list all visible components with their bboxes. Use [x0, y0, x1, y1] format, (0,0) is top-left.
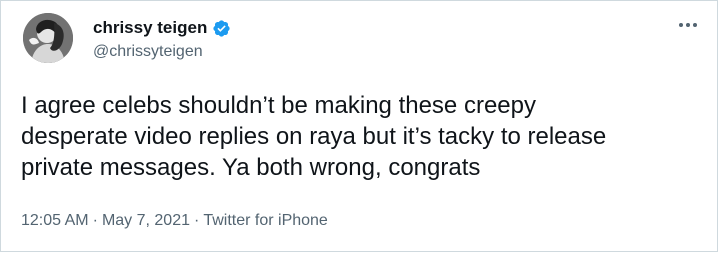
tweet-text: I agree celebs shouldn’t be making these…	[21, 92, 607, 181]
meta-separator: ·	[92, 212, 98, 229]
tweet-card: chrissy teigen @chrissyteigen I agree ce…	[0, 0, 718, 252]
more-options-icon[interactable]	[677, 18, 699, 32]
author-name-row[interactable]: chrissy teigen	[93, 18, 231, 38]
tweet-meta: 12:05 AM · May 7, 2021 · Twitter for iPhone	[21, 211, 328, 231]
display-name[interactable]: chrissy teigen	[93, 18, 207, 38]
tweet-time[interactable]: 12:05 AM	[21, 212, 89, 229]
handle[interactable]: @chrissyteigen	[93, 42, 203, 62]
avatar[interactable]	[23, 13, 73, 63]
verified-badge-icon	[212, 19, 231, 38]
tweet-date[interactable]: May 7, 2021	[102, 212, 190, 229]
avatar-photo	[23, 13, 73, 63]
meta-separator: ·	[194, 212, 200, 229]
tweet-source[interactable]: Twitter for iPhone	[203, 212, 328, 229]
